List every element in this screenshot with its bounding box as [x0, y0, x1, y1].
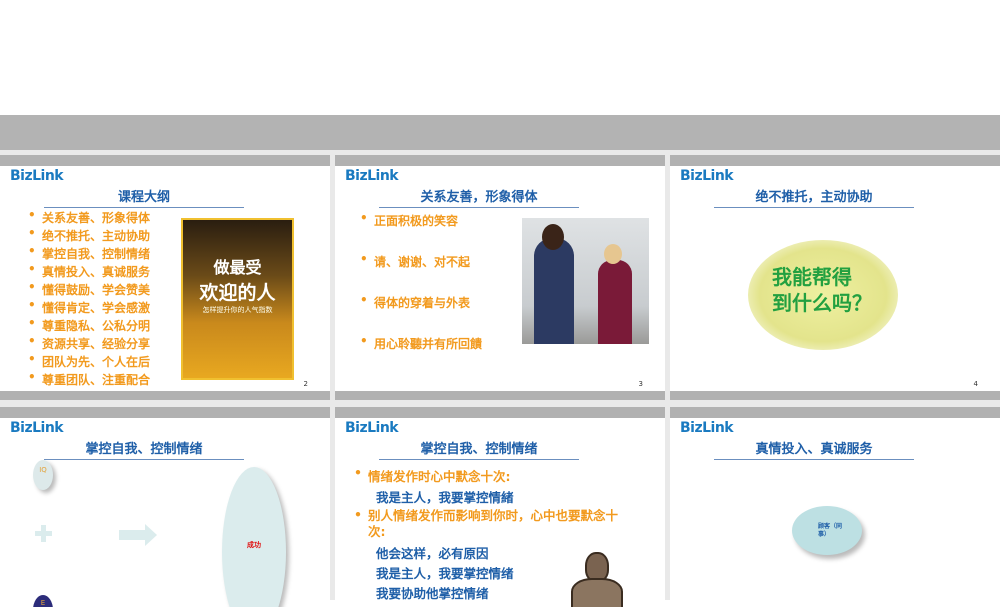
slide-header-bar — [0, 407, 330, 418]
customer-label: 顾客（同事） — [818, 523, 843, 538]
slide-thumbnail-2[interactable]: BizLink 课程大纲 关系友善、形象得体 绝不推托、主动协助 掌控自我、控制… — [0, 155, 330, 400]
book-title: 做最受 — [213, 258, 262, 277]
slide-title: 掌控自我、控制情绪 — [44, 438, 244, 460]
bizlink-logo: BizLink — [680, 420, 734, 436]
book-subtitle: 怎样提升你的人气指数 — [202, 306, 273, 314]
iq-label: IQ — [39, 466, 47, 474]
slide-footer-bar — [670, 391, 1000, 400]
list-item: 得体的穿着与外表 — [360, 293, 482, 335]
bubble-text: 我能帮得 — [772, 265, 852, 289]
bizlink-logo: BizLink — [680, 168, 734, 184]
slide-footer-bar — [0, 391, 330, 400]
outline-list: 关系友善、形象得体 绝不推托、主动协助 掌控自我、控制情绪 真情投入、真诚服务 … — [28, 208, 150, 389]
bizlink-logo: BizLink — [345, 168, 399, 184]
book-title: 欢迎的人 — [199, 282, 276, 304]
list-item: 懂得鼓励、学会赞美 — [28, 280, 150, 299]
list-item: 掌控自我、控制情绪 — [28, 244, 150, 263]
list-item: 真情投入、真诚服务 — [28, 262, 150, 281]
handshake-photo — [522, 218, 649, 344]
slide-title: 掌控自我、控制情绪 — [379, 438, 579, 460]
bubble-text: 到什么吗？ — [772, 291, 872, 315]
success-label: 成功 — [247, 541, 261, 549]
sub-text: 我是主人，我要掌控情緒 — [376, 490, 514, 505]
eq-label: E — [40, 599, 46, 607]
slide-title: 真情投入、真诚服务 — [714, 438, 914, 460]
list-item: 尊重隐私、公私分明 — [28, 316, 150, 335]
list-item: 团队为先、个人在后 — [28, 352, 150, 371]
slide-header-bar — [335, 155, 665, 166]
buddha-image — [567, 552, 627, 607]
slide-number: 3 — [638, 380, 643, 388]
slide-title: 关系友善，形象得体 — [379, 186, 579, 208]
slide-header-bar — [335, 407, 665, 418]
list-item: 尊重团队、注重配合 — [28, 370, 150, 389]
bullet-text: 别人情绪发作而影响到你时，心中也要默念十次: — [368, 508, 619, 539]
slide-title: 课程大纲 — [44, 186, 244, 208]
slide-thumbnail-7[interactable]: BizLink 真情投入、真诚服务 顾客（同事） — [670, 407, 1000, 607]
iq-ellipse: IQ — [33, 460, 53, 490]
bizlink-logo: BizLink — [10, 168, 64, 184]
list-item: 请、谢谢、对不起 — [360, 252, 482, 294]
slide-title: 绝不推托，主动协助 — [714, 186, 914, 208]
list-item: 关系友善、形象得体 — [28, 208, 150, 227]
slide-header-bar — [670, 407, 1000, 418]
list-item: 绝不推托、主动协助 — [28, 226, 150, 245]
top-gray-band — [0, 115, 1000, 150]
slide-grid: BizLink 课程大纲 关系友善、形象得体 绝不推托、主动协助 掌控自我、控制… — [0, 150, 1000, 607]
eq-ellipse: E — [33, 595, 53, 607]
slide-number: 2 — [303, 380, 308, 388]
slide-header-bar — [0, 155, 330, 166]
list-item: 用心聆聽并有所回饋 — [360, 334, 482, 376]
success-ellipse: 成功 — [222, 467, 286, 607]
slide-thumbnail-4[interactable]: BizLink 绝不推托，主动协助 我能帮得 到什么吗？ 4 — [670, 155, 1000, 400]
slide-thumbnail-6[interactable]: BizLink 掌控自我、控制情绪 情绪发作时心中默念十次: 我是主人，我要掌控… — [335, 407, 665, 607]
slide-header-bar — [670, 155, 1000, 166]
bullet-text: 情绪发作时心中默念十次: — [368, 469, 511, 484]
list-item: 懂得肯定、学会感激 — [28, 298, 150, 317]
bizlink-logo: BizLink — [10, 420, 64, 436]
slide-thumbnail-3[interactable]: BizLink 关系友善，形象得体 正面积极的笑容 请、谢谢、对不起 得体的穿着… — [335, 155, 665, 400]
list-item: 资源共享、经验分享 — [28, 334, 150, 353]
slide-number: 4 — [973, 380, 978, 388]
bullet-list: 正面积极的笑容 请、谢谢、对不起 得体的穿着与外表 用心聆聽并有所回饋 — [360, 211, 482, 376]
list-item: 正面积极的笑容 — [360, 211, 482, 253]
customer-ellipse: 顾客（同事） — [792, 506, 862, 555]
slide-footer-bar — [335, 391, 665, 400]
slide-thumbnail-5[interactable]: BizLink 掌控自我、控制情绪 IQ 成功 E — [0, 407, 330, 607]
book-cover-image: 做最受 欢迎的人 怎样提升你的人气指数 — [181, 218, 294, 380]
question-bubble: 我能帮得 到什么吗？ — [748, 240, 898, 350]
list-item: 情绪发作时心中默念十次: 我是主人，我要掌控情緒 — [354, 465, 634, 508]
plus-icon — [35, 525, 52, 542]
bizlink-logo: BizLink — [345, 420, 399, 436]
